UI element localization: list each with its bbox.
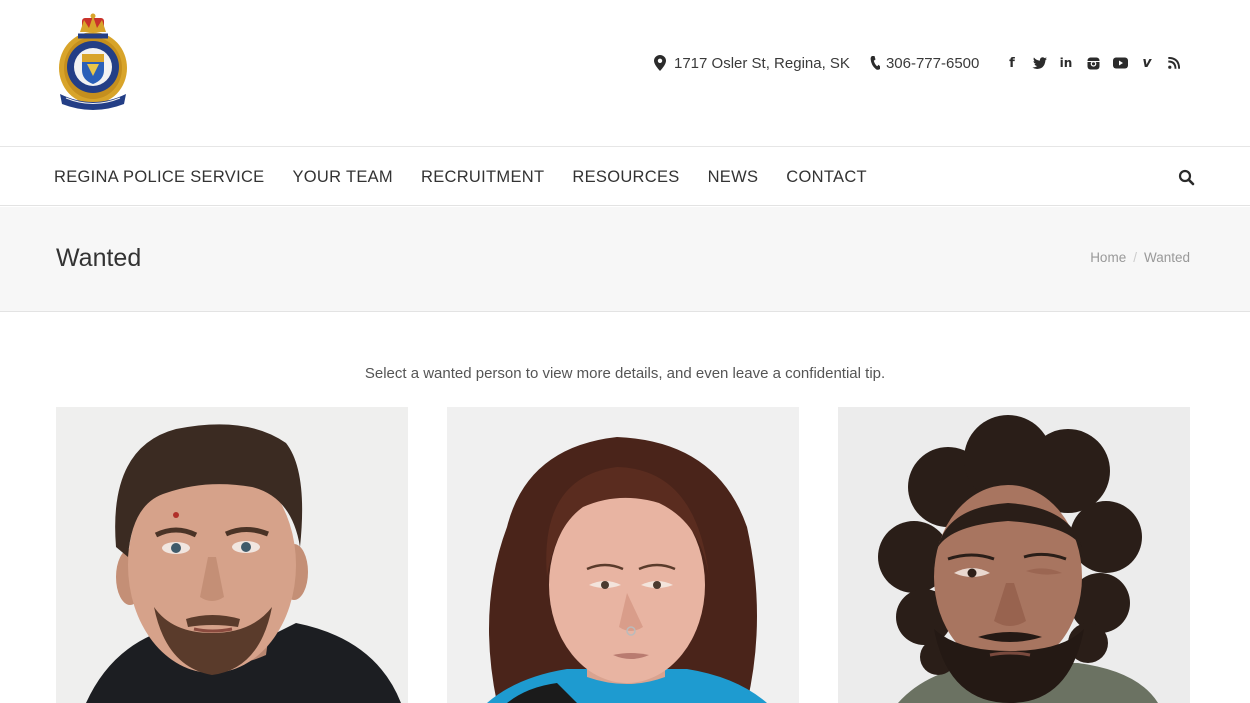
linkedin-icon[interactable]: in bbox=[1058, 54, 1074, 72]
page-title-bar: Wanted Home / Wanted bbox=[0, 207, 1250, 312]
wanted-person-photo bbox=[447, 407, 799, 703]
wanted-person-card[interactable] bbox=[447, 407, 799, 703]
wanted-person-photo bbox=[56, 407, 408, 703]
breadcrumb-home[interactable]: Home bbox=[1090, 250, 1126, 265]
police-crest-logo[interactable] bbox=[56, 12, 130, 112]
vimeo-icon[interactable]: v bbox=[1139, 54, 1155, 72]
nav-item-regina-police-service[interactable]: REGINA POLICE SERVICE bbox=[54, 168, 264, 187]
page-title: Wanted bbox=[56, 244, 142, 272]
phone-icon bbox=[870, 55, 880, 71]
site-header: 1717 Osler St, Regina, SK 306-777-6500 f… bbox=[0, 0, 1250, 147]
instagram-icon[interactable] bbox=[1085, 54, 1101, 72]
wanted-person-photo bbox=[838, 407, 1190, 703]
twitter-icon[interactable] bbox=[1031, 54, 1047, 72]
breadcrumb-current: Wanted bbox=[1143, 250, 1190, 265]
nav-item-contact[interactable]: CONTACT bbox=[786, 168, 867, 187]
address-text: 1717 Osler St, Regina, SK bbox=[674, 54, 850, 72]
contact-info: 1717 Osler St, Regina, SK 306-777-6500 bbox=[654, 53, 979, 73]
map-marker-icon bbox=[654, 55, 666, 71]
facebook-icon[interactable]: f bbox=[1004, 54, 1020, 72]
rss-icon[interactable] bbox=[1166, 54, 1182, 72]
nav-item-resources[interactable]: RESOURCES bbox=[572, 168, 679, 187]
nav-item-recruitment[interactable]: RECRUITMENT bbox=[421, 168, 544, 187]
phone-text: 306-777-6500 bbox=[885, 54, 980, 72]
nav-item-news[interactable]: NEWS bbox=[708, 168, 759, 187]
intro-text: Select a wanted person to view more deta… bbox=[364, 365, 886, 382]
wanted-person-card[interactable] bbox=[56, 407, 408, 703]
phone[interactable]: 306-777-6500 bbox=[870, 55, 979, 72]
address: 1717 Osler St, Regina, SK bbox=[654, 55, 850, 72]
wanted-person-card[interactable] bbox=[838, 407, 1190, 703]
search-icon[interactable] bbox=[1178, 169, 1196, 187]
social-links: f in v bbox=[1004, 54, 1193, 72]
main-nav: REGINA POLICE SERVICE YOUR TEAM RECRUITM… bbox=[0, 148, 1250, 206]
breadcrumb: Home / Wanted bbox=[1090, 250, 1190, 265]
nav-item-your-team[interactable]: YOUR TEAM bbox=[292, 168, 393, 187]
breadcrumb-separator: / bbox=[1133, 250, 1137, 265]
youtube-icon[interactable] bbox=[1112, 54, 1128, 72]
